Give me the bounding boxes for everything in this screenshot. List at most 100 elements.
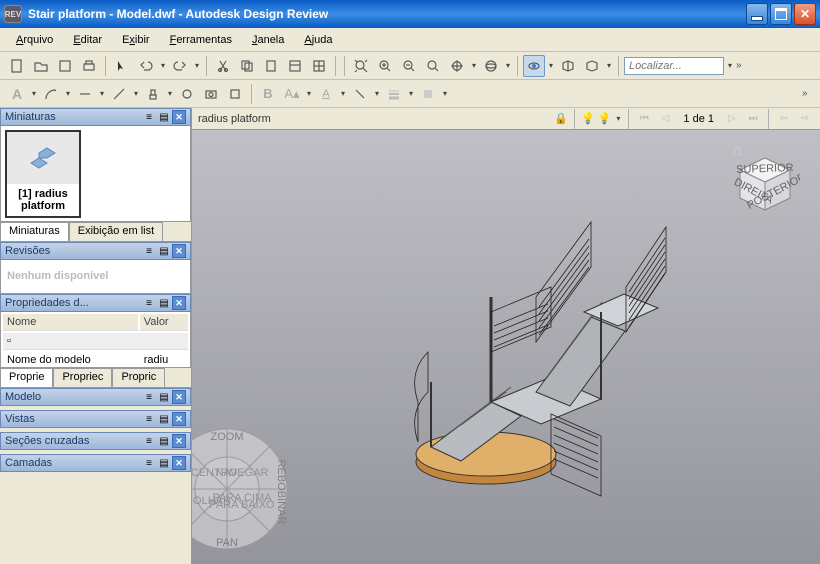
panel-pin-icon[interactable]: ▤ (157, 390, 171, 404)
tab-proprie1[interactable]: Proprie (0, 368, 53, 387)
orbit-dropdown[interactable]: ▾ (504, 61, 512, 70)
symbol-icon[interactable] (176, 83, 198, 105)
panel-close-icon[interactable]: ✕ (172, 456, 186, 470)
tab-proprie2[interactable]: Propriec (53, 368, 112, 387)
toolbar-overflow-icon[interactable]: » (736, 60, 748, 71)
prev-page-icon[interactable]: ◁ (656, 111, 674, 127)
markup-overflow-icon[interactable]: » (802, 88, 814, 99)
section-icon[interactable] (557, 55, 579, 77)
font-dropdown[interactable]: ▾ (305, 89, 313, 98)
tab-miniaturas[interactable]: Miniaturas (0, 222, 69, 241)
minimize-button[interactable] (746, 3, 768, 25)
save-icon[interactable] (54, 55, 76, 77)
zoom-extents-icon[interactable] (350, 55, 372, 77)
back-icon[interactable]: ⇦ (775, 111, 793, 127)
snap-icon[interactable] (224, 83, 246, 105)
maximize-button[interactable] (770, 3, 792, 25)
panel-propriedades-header[interactable]: Propriedades d... ≡ ▤ ✕ (0, 294, 191, 312)
panel-pin-icon[interactable]: ▤ (157, 110, 171, 124)
cut-icon[interactable] (212, 55, 234, 77)
3d-canvas[interactable]: ⌂ SUPERIOR DIREITA POSTERIOR (192, 130, 820, 564)
highlight-dropdown[interactable]: ▾ (373, 89, 381, 98)
search-input[interactable] (624, 57, 724, 75)
panel-menu-icon[interactable]: ≡ (142, 296, 156, 310)
panel-menu-icon[interactable]: ≡ (142, 390, 156, 404)
copy-icon[interactable] (236, 55, 258, 77)
menu-ferramentas[interactable]: Ferramentas (162, 32, 240, 48)
panel-close-icon[interactable]: ✕ (172, 110, 186, 124)
tab-exibicao[interactable]: Exibição em list (69, 222, 163, 241)
forward-icon[interactable]: ⇨ (796, 111, 814, 127)
pan-icon[interactable] (446, 55, 468, 77)
panel-close-icon[interactable]: ✕ (172, 412, 186, 426)
orbit-icon[interactable] (480, 55, 502, 77)
panel-close-icon[interactable]: ✕ (172, 434, 186, 448)
panel-close-icon[interactable]: ✕ (172, 296, 186, 310)
measure-icon[interactable] (108, 83, 130, 105)
lighting-icon[interactable] (581, 55, 603, 77)
lineweight-icon[interactable] (383, 83, 405, 105)
select-icon[interactable] (111, 55, 133, 77)
panel-menu-icon[interactable]: ≡ (142, 434, 156, 448)
undo-icon[interactable] (135, 55, 157, 77)
close-button[interactable] (794, 3, 816, 25)
undo-dropdown[interactable]: ▾ (159, 61, 167, 70)
prop-col-nome[interactable]: Nome (3, 314, 138, 331)
shape-dropdown[interactable]: ▾ (64, 89, 72, 98)
zoom-window-icon[interactable] (422, 55, 444, 77)
menu-arquivo[interactable]: Arquivo (8, 32, 61, 48)
font-a-icon[interactable]: A▴ (281, 83, 303, 105)
text-a-dropdown[interactable]: ▾ (30, 89, 38, 98)
panel-menu-icon[interactable]: ≡ (142, 412, 156, 426)
fill-dropdown[interactable]: ▾ (441, 89, 449, 98)
tab-proprie3[interactable]: Propric (112, 368, 165, 387)
text-a-icon[interactable]: A (6, 83, 28, 105)
first-page-icon[interactable]: ⏮ (635, 111, 653, 127)
panel-pin-icon[interactable]: ▤ (157, 412, 171, 426)
panel-pin-icon[interactable]: ▤ (157, 456, 171, 470)
panel-pin-icon[interactable]: ▤ (157, 244, 171, 258)
cloud-icon[interactable] (74, 83, 96, 105)
navigation-wheel[interactable]: ZOOM PAN ÓRBITA REBOBINAR CENTRO NAVEGAR… (192, 424, 292, 554)
cloud-dropdown[interactable]: ▾ (98, 89, 106, 98)
menu-ajuda[interactable]: Ajuda (296, 32, 340, 48)
menu-editar[interactable]: Editar (65, 32, 110, 48)
panel-modelo-header[interactable]: Modelo ≡ ▤ ✕ (0, 388, 191, 406)
open-icon[interactable] (30, 55, 52, 77)
search-dropdown[interactable]: ▾ (726, 61, 734, 70)
light-dropdown[interactable]: ▾ (614, 114, 622, 123)
panel-vistas-header[interactable]: Vistas ≡ ▤ ✕ (0, 410, 191, 428)
bulb-on-icon[interactable]: 💡 (598, 112, 612, 125)
panel-close-icon[interactable]: ✕ (172, 390, 186, 404)
viewcube[interactable]: SUPERIOR DIREITA POSTERIOR (730, 150, 800, 220)
panel-pin-icon[interactable]: ▤ (157, 296, 171, 310)
last-page-icon[interactable]: ⏭ (744, 111, 762, 127)
next-page-icon[interactable]: ▷ (723, 111, 741, 127)
prop-col-valor[interactable]: Valor (140, 314, 188, 331)
panel-menu-icon[interactable]: ≡ (142, 456, 156, 470)
pan-dropdown[interactable]: ▾ (470, 61, 478, 70)
fill-icon[interactable] (417, 83, 439, 105)
measure-dropdown[interactable]: ▾ (132, 89, 140, 98)
print-icon[interactable] (78, 55, 100, 77)
panel-secoes-header[interactable]: Seções cruzadas ≡ ▤ ✕ (0, 432, 191, 450)
stamp-dropdown[interactable]: ▾ (166, 89, 174, 98)
highlight-icon[interactable] (349, 83, 371, 105)
properties-icon[interactable] (284, 55, 306, 77)
thumbnail-item[interactable]: [1] radius platform (5, 130, 81, 218)
3d-view-icon[interactable] (523, 55, 545, 77)
lock-icon[interactable]: 🔒 (554, 112, 568, 125)
panel-menu-icon[interactable]: ≡ (142, 244, 156, 258)
panel-revisoes-header[interactable]: Revisões ≡ ▤ ✕ (0, 242, 191, 260)
menu-exibir[interactable]: Exibir (114, 32, 158, 48)
menu-janela[interactable]: Janela (244, 32, 292, 48)
redo-dropdown[interactable]: ▾ (193, 61, 201, 70)
lighting-dropdown[interactable]: ▾ (605, 61, 613, 70)
lineweight-dropdown[interactable]: ▾ (407, 89, 415, 98)
shape-icon[interactable] (40, 83, 62, 105)
zoom-in-icon[interactable] (374, 55, 396, 77)
color-dropdown[interactable]: ▾ (339, 89, 347, 98)
3d-view-dropdown[interactable]: ▾ (547, 61, 555, 70)
visibility-icon[interactable]: 💡 (581, 112, 595, 125)
stamp-icon[interactable] (142, 83, 164, 105)
